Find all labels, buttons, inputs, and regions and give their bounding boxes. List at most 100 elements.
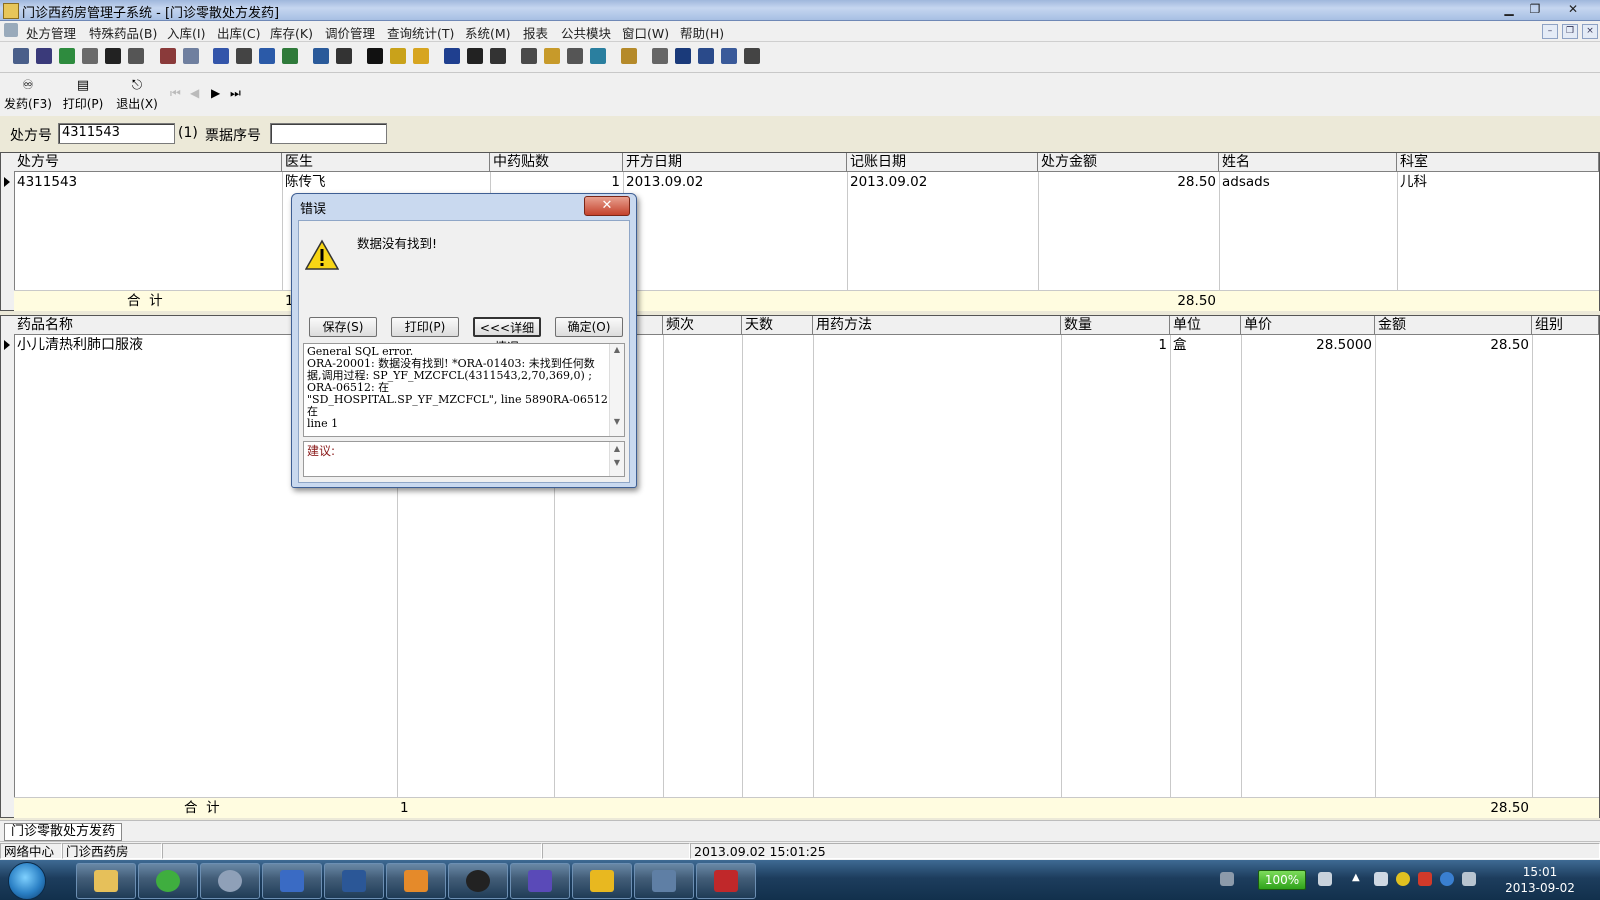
col-doctor[interactable]: 医生 (282, 153, 490, 172)
help-icon[interactable] (1440, 872, 1454, 886)
suggestion-text[interactable]: 建议: ▲ ▼ (303, 441, 625, 477)
menu-reports[interactable]: 报表 (523, 23, 548, 42)
taskbar-app-browser[interactable] (138, 863, 198, 899)
toolbar-icon-18[interactable] (444, 48, 460, 64)
dialog-close-button[interactable]: ✕ (584, 196, 630, 216)
toolbar-icon-10[interactable] (236, 48, 252, 64)
taskbar-app-4[interactable] (262, 863, 322, 899)
maximize-button[interactable]: ❐ (1522, 1, 1548, 17)
error-details-text[interactable]: General SQL error. ORA-20001: 数据没有找到! *O… (303, 343, 625, 437)
taskbar-app-6[interactable] (386, 863, 446, 899)
exit-button[interactable]: ⎋ 退出(X) (114, 79, 160, 112)
toolbar-icon-29[interactable] (721, 48, 737, 64)
toolbar-icon-14[interactable] (336, 48, 352, 64)
toolbar-icon-11[interactable] (259, 48, 275, 64)
volume-icon[interactable] (1462, 872, 1476, 886)
taskbar-app-ue[interactable] (448, 863, 508, 899)
save-button[interactable]: 保存(S) (309, 317, 377, 337)
menu-rx-manage[interactable]: 处方管理 (26, 23, 76, 42)
col-amount[interactable]: 处方金额 (1038, 153, 1219, 172)
toolbar-icon-17[interactable] (413, 48, 429, 64)
mdi-close-button[interactable]: × (1582, 24, 1598, 39)
power-plug-icon[interactable] (1318, 872, 1332, 886)
close-button[interactable]: ✕ (1560, 1, 1586, 17)
col-bill-date[interactable]: 记账日期 (847, 153, 1038, 172)
taskbar-app-explorer[interactable] (76, 863, 136, 899)
print-button[interactable]: ▤ 打印(P) (60, 79, 106, 112)
col-unit[interactable]: 单位 (1170, 316, 1241, 335)
toolbar-icon-7[interactable] (160, 48, 176, 64)
suggestion-scrollbar[interactable]: ▲ ▼ (609, 442, 624, 476)
menu-query-stats[interactable]: 查询统计(T) (387, 23, 454, 42)
dialog-print-button[interactable]: 打印(P) (391, 317, 459, 337)
menu-price-adjust[interactable]: 调价管理 (325, 23, 375, 42)
taskbar-app-sql[interactable] (634, 863, 694, 899)
next-record-icon[interactable]: ▶ (211, 86, 220, 100)
qq-icon[interactable] (1418, 872, 1432, 886)
menu-stock-in[interactable]: 入库(I) (167, 23, 205, 42)
toolbar-icon-8[interactable] (183, 48, 199, 64)
taskbar-app-11[interactable] (696, 863, 756, 899)
rx-number-input[interactable]: 4311543 (58, 123, 175, 144)
col-herb-count[interactable]: 中药贴数 (490, 153, 623, 172)
menu-system[interactable]: 系统(M) (465, 23, 511, 42)
menu-special-drugs[interactable]: 特殊药品(B) (89, 23, 157, 42)
prev-record-icon[interactable]: ◀ (190, 86, 199, 100)
toolbar-icon-2[interactable] (36, 48, 52, 64)
toolbar-icon-20[interactable] (490, 48, 506, 64)
details-button[interactable]: <<<详细情况 (473, 317, 541, 354)
toolbar-icon-27[interactable] (675, 48, 691, 64)
network-icon[interactable] (1374, 872, 1388, 886)
col-qty[interactable]: 数量 (1061, 316, 1170, 335)
battery-indicator[interactable]: 100% (1258, 870, 1306, 890)
menu-inventory[interactable]: 库存(K) (270, 23, 313, 42)
tray-expand-icon[interactable]: ▲ (1352, 872, 1366, 886)
toolbar-icon-25[interactable] (621, 48, 637, 64)
toolbar-icon-24[interactable] (590, 48, 606, 64)
col-dept[interactable]: 科室 (1397, 153, 1599, 172)
menu-stock-out[interactable]: 出库(C) (217, 23, 260, 42)
start-button[interactable] (8, 862, 46, 900)
toolbar-icon-28[interactable] (698, 48, 714, 64)
toolbar-icon-9[interactable] (213, 48, 229, 64)
dispense-button[interactable]: ♾ 发药(F3) (4, 79, 52, 112)
col-usage[interactable]: 用药方法 (813, 316, 1061, 335)
mdi-minimize-button[interactable]: – (1542, 24, 1558, 39)
col-rx-no[interactable]: 处方号 (14, 153, 282, 172)
details-scrollbar[interactable]: ▲ ▼ (609, 344, 624, 436)
col-group[interactable]: 组别 (1532, 316, 1599, 335)
toolbar-icon-26[interactable] (652, 48, 668, 64)
toolbar-icon-13[interactable] (313, 48, 329, 64)
col-price[interactable]: 单价 (1241, 316, 1375, 335)
toolbar-icon-1[interactable] (13, 48, 29, 64)
first-record-icon[interactable]: ⏮ (170, 86, 181, 101)
toolbar-icon-6[interactable] (128, 48, 144, 64)
toolbar-icon-12[interactable] (282, 48, 298, 64)
app-menu-icon[interactable] (4, 23, 18, 37)
col-frequency[interactable]: 频次 (663, 316, 742, 335)
bell-icon[interactable] (390, 48, 406, 64)
toolbar-icon-30[interactable] (744, 48, 760, 64)
tab-retail-dispense[interactable]: 门诊零散处方发药 (4, 823, 123, 841)
grid-icon[interactable] (367, 48, 383, 64)
keyboard-icon[interactable] (1220, 872, 1234, 886)
menu-common[interactable]: 公共模块 (561, 23, 611, 42)
taskbar-app-9[interactable] (572, 863, 632, 899)
minimize-button[interactable]: ▁ (1496, 1, 1522, 17)
tray-app-icon[interactable] (1396, 872, 1410, 886)
toolbar-icon-21[interactable] (521, 48, 537, 64)
toolbar-icon-3[interactable] (59, 48, 75, 64)
taskbar-app-3[interactable] (200, 863, 260, 899)
toolbar-icon-22[interactable] (544, 48, 560, 64)
toolbar-icon-4[interactable] (82, 48, 98, 64)
last-record-icon[interactable]: ⏭ (230, 86, 241, 101)
col-name[interactable]: 姓名 (1219, 153, 1397, 172)
taskbar-app-word[interactable] (324, 863, 384, 899)
menu-help[interactable]: 帮助(H) (680, 23, 724, 42)
col-drug-amount[interactable]: 金额 (1375, 316, 1532, 335)
toolbar-icon-5[interactable] (105, 48, 121, 64)
clock[interactable]: 15:01 2013-09-02 (1500, 864, 1580, 896)
ok-button[interactable]: 确定(O) (555, 317, 623, 337)
magnifier-icon[interactable] (567, 48, 583, 64)
col-days[interactable]: 天数 (742, 316, 813, 335)
